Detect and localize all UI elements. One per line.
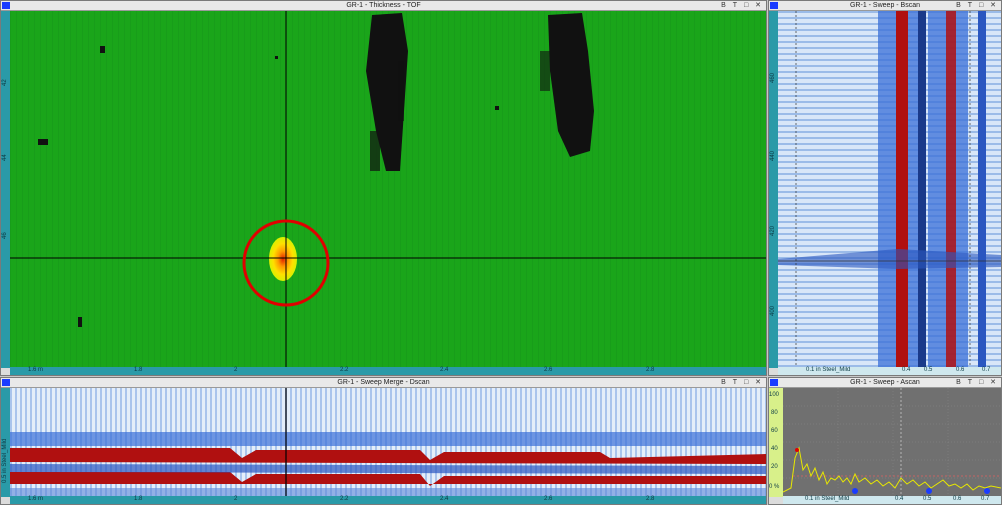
thickness-title: GR-1 - Thickness - TOF <box>346 2 421 9</box>
maximize-button[interactable]: □ <box>979 1 985 10</box>
x-tick: 1.6 m <box>28 496 44 502</box>
x-tick: 0.7 <box>982 367 991 373</box>
panel-marker <box>770 2 778 9</box>
close-button[interactable]: ✕ <box>755 1 763 10</box>
x-tick: 1.6 m <box>28 367 44 373</box>
dscan-image[interactable] <box>10 388 766 497</box>
b-button[interactable]: B <box>721 378 728 387</box>
y-tick: 100 <box>769 392 780 398</box>
panel-marker <box>2 379 10 386</box>
ascan-x-ruler[interactable]: 0.1 in Steel_Mild 0.4 0.5 0.6 0.7 <box>783 496 1001 504</box>
x-tick: 2.8 <box>646 496 655 502</box>
y-tick: 440 <box>770 150 776 161</box>
y-tick: 460 <box>770 72 776 83</box>
maximize-button[interactable]: □ <box>979 378 985 387</box>
x-tick: 2.2 <box>340 496 349 502</box>
y-tick: 42 <box>2 79 8 86</box>
close-button[interactable]: ✕ <box>755 378 763 387</box>
b-button[interactable]: B <box>956 378 963 387</box>
x-tick: 2.8 <box>646 367 655 373</box>
x-tick: 2.2 <box>340 367 349 373</box>
dscan-panel[interactable]: GR-1 - Sweep Merge - Dscan B T □ ✕ 0.5 i… <box>0 377 767 505</box>
ascan-y-ruler[interactable]: 100 80 60 40 20 0 % <box>769 388 783 497</box>
ascan-title: GR-1 - Sweep - Ascan <box>850 379 920 386</box>
y-tick: 400 <box>770 305 776 316</box>
gate-marker[interactable] <box>926 488 932 494</box>
thickness-y-ruler[interactable]: 42 44 46 <box>1 11 10 368</box>
x-tick: 0.4 <box>895 496 904 502</box>
close-button[interactable]: ✕ <box>990 1 998 10</box>
bscan-y-ruler[interactable]: 460 440 420 400 <box>769 11 778 368</box>
x-axis-label: 0.1 in Steel_Mild <box>805 496 850 502</box>
maximize-button[interactable]: □ <box>744 1 750 10</box>
bscan-x-ruler[interactable]: 0.1 in Steel_Mild 0.4 0.5 0.6 0.7 <box>778 367 1001 375</box>
thickness-cscan-image[interactable] <box>10 11 766 368</box>
y-tick: 40 <box>771 446 778 452</box>
gate-marker[interactable] <box>852 488 858 494</box>
dscan-title: GR-1 - Sweep Merge - Dscan <box>337 379 430 386</box>
y-tick: 60 <box>771 428 778 434</box>
x-tick: 2.4 <box>440 496 449 502</box>
x-tick: 0.5 <box>924 367 933 373</box>
dscan-x-ruler[interactable]: 1.6 m 1.8 2 2.2 2.4 2.6 2.8 <box>10 496 766 504</box>
maximize-button[interactable]: □ <box>744 378 750 387</box>
t-button[interactable]: T <box>733 1 739 10</box>
b-button[interactable]: B <box>721 1 728 10</box>
x-tick: 0.6 <box>953 496 962 502</box>
thickness-x-ruler[interactable]: 1.6 m 1.8 2 2.2 2.4 2.6 2.8 <box>10 367 766 375</box>
x-tick: 2 <box>234 496 238 502</box>
x-tick: 0.5 <box>923 496 932 502</box>
thickness-tof-panel[interactable]: GR-1 - Thickness - TOF B T □ ✕ 42 44 46 <box>0 0 767 376</box>
y-tick: 20 <box>771 464 778 470</box>
dscan-titlebar[interactable]: GR-1 - Sweep Merge - Dscan B T □ ✕ <box>1 378 766 388</box>
thickness-titlebar[interactable]: GR-1 - Thickness - TOF B T □ ✕ <box>1 1 766 11</box>
t-button[interactable]: T <box>968 1 974 10</box>
dscan-y-ruler[interactable]: 0.5 in Steel_Mild <box>1 388 10 497</box>
y-tick: 0 % <box>769 484 780 490</box>
x-tick: 2.4 <box>440 367 449 373</box>
y-axis-label: 0.5 in Steel_Mild <box>2 438 8 483</box>
y-tick: 420 <box>770 225 776 236</box>
x-tick: 1.8 <box>134 367 143 373</box>
x-tick: 0.7 <box>981 496 990 502</box>
defect-indication <box>269 237 297 281</box>
x-tick: 2 <box>234 367 238 373</box>
x-tick: 0.6 <box>956 367 965 373</box>
y-tick: 46 <box>2 232 8 239</box>
x-tick: 0.4 <box>902 367 911 373</box>
ascan-signal <box>783 446 1001 493</box>
bscan-panel[interactable]: GR-1 - Sweep - Bscan B T □ ✕ 460 440 420… <box>768 0 1002 376</box>
panel-marker <box>2 2 10 9</box>
bscan-titlebar[interactable]: GR-1 - Sweep - Bscan B T □ ✕ <box>769 1 1001 11</box>
x-tick: 2.6 <box>544 367 553 373</box>
peak-marker <box>795 448 799 452</box>
ascan-plot[interactable] <box>783 388 1001 497</box>
gate-marker[interactable] <box>984 488 990 494</box>
ascan-titlebar[interactable]: GR-1 - Sweep - Ascan B T □ ✕ <box>769 378 1001 388</box>
b-button[interactable]: B <box>956 1 963 10</box>
close-button[interactable]: ✕ <box>990 378 998 387</box>
t-button[interactable]: T <box>733 378 739 387</box>
y-tick: 44 <box>2 154 8 161</box>
x-axis-label: 0.1 in Steel_Mild <box>806 367 851 373</box>
x-tick: 1.8 <box>134 496 143 502</box>
y-tick: 80 <box>771 410 778 416</box>
panel-marker <box>770 379 778 386</box>
bscan-image[interactable] <box>778 11 1001 368</box>
bscan-title: GR-1 - Sweep - Bscan <box>849 2 921 9</box>
x-tick: 2.6 <box>544 496 553 502</box>
t-button[interactable]: T <box>968 378 974 387</box>
ascan-panel[interactable]: GR-1 - Sweep - Ascan B T □ ✕ 100 80 60 4… <box>768 377 1002 505</box>
